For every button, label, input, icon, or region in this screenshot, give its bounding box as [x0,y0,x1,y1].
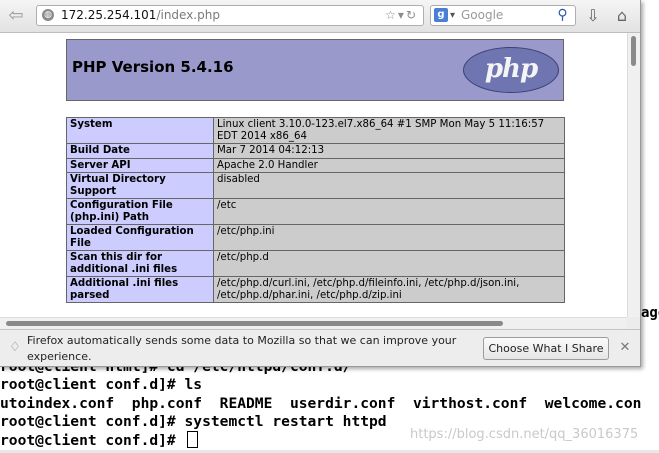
info-bulb-icon: ♢ [9,340,21,355]
row-value: /etc/php.d/curl.ini, /etc/php.d/fileinfo… [213,276,565,303]
history-dropdown-icon[interactable]: ▾ [398,8,406,22]
phpinfo-table: System Linux client 3.10.0-123.el7.x86_64… [66,117,565,303]
table-row: Virtual Directory Support disabled [66,172,565,199]
terminal-line: root@client conf.d]# ls [0,376,203,393]
globe-icon: ◍ [42,9,54,21]
row-value: /etc/php.ini [213,224,565,251]
search-bar[interactable]: g ▾ Google ⚲ [430,5,576,26]
table-row: System Linux client 3.10.0-123.el7.x86_64… [66,117,565,144]
notification-text: Firefox automatically sends some data to… [27,334,457,363]
search-placeholder: Google [461,8,504,22]
vertical-scrollbar[interactable] [627,33,640,317]
row-value: Linux client 3.10.0-123.el7.x86_64 #1 SM… [213,117,565,144]
google-icon[interactable]: g [434,8,448,22]
url-text: 172.25.254.101/index.php [61,8,220,23]
table-row: Build Date Mar 7 2014 04:12:13 [66,143,565,159]
home-button[interactable]: ⌂ [610,4,634,28]
url-bar[interactable]: ◍ 172.25.254.101/index.php ☆▾↻ [36,5,424,26]
table-row: Loaded Configuration File/etc/php.ini [66,224,565,251]
row-value: Apache 2.0 Handler [213,157,565,173]
terminal-prompt-line[interactable]: root@client conf.d]# [0,431,198,450]
row-key: Additional .ini files parsed [66,276,214,303]
vertical-scroll-thumb[interactable] [631,36,636,66]
search-engine-dropdown-icon[interactable]: ▾ [450,7,455,24]
terminal-prompt: root@client conf.d]# [0,432,185,449]
table-row: Server API Apache 2.0 Handler [66,157,565,173]
downloads-button[interactable]: ⇩ [583,4,603,28]
row-key: Build Date [66,143,214,159]
row-key: Scan this dir for additional .ini files [66,250,214,277]
url-path: /index.php [156,8,220,22]
row-key: System [66,117,214,144]
horizontal-scrollbar[interactable] [0,317,627,329]
download-arrow-icon: ⇩ [586,6,600,25]
table-row: Additional .ini files parsed/etc/php.d/c… [66,276,565,303]
terminal-line: root@client conf.d]# systemctl restart h… [0,413,387,430]
phpinfo-header: PHP Version 5.4.16 php [66,39,564,101]
terminal-cursor [186,431,198,448]
row-key: Virtual Directory Support [66,172,214,199]
row-value: Mar 7 2014 04:12:13 [213,143,565,159]
row-value: /etc/php.d [213,250,565,277]
url-bar-icons: ☆▾↻ [385,7,418,24]
page-title: PHP Version 5.4.16 [72,58,234,76]
reload-icon[interactable]: ↻ [406,8,418,22]
page-viewport[interactable]: PHP Version 5.4.16 php System Linux clien… [0,33,627,317]
terminal-side-fragment: age [641,305,659,321]
close-icon[interactable]: ✕ [617,340,633,356]
horizontal-scroll-thumb[interactable] [6,321,503,326]
choose-what-i-share-button[interactable]: Choose What I Share [483,337,609,360]
row-key: Server API [66,157,214,173]
navigation-toolbar: ⇦ ◍ 172.25.254.101/index.php ☆▾↻ g ▾ Goo… [0,0,640,33]
search-icon[interactable]: ⚲ [555,8,570,23]
data-reporting-notification: ♢ Firefox automatically sends some data … [0,329,640,366]
back-button[interactable]: ⇦ [4,4,28,28]
table-row: Scan this dir for additional .ini files /… [66,250,565,277]
php-logo: php [463,47,559,93]
back-arrow-icon: ⇦ [8,5,24,26]
row-key: Configuration File (php.ini) Path [66,198,214,225]
browser-window: ⇦ ◍ 172.25.254.101/index.php ☆▾↻ g ▾ Goo… [0,0,641,367]
url-host: 172.25.254.101 [61,8,157,22]
row-value: disabled [213,172,565,199]
bookmark-star-icon[interactable]: ☆ [385,8,398,22]
home-icon: ⌂ [616,6,628,25]
table-row: Configuration File (php.ini) Path/etc [66,198,565,225]
terminal-line: utoindex.conf php.conf README userdir.co… [0,395,642,412]
row-value: /etc [213,198,565,225]
watermark: https://blog.csdn.net/qq_36016375 [410,427,639,442]
row-key: Loaded Configuration File [66,224,214,251]
